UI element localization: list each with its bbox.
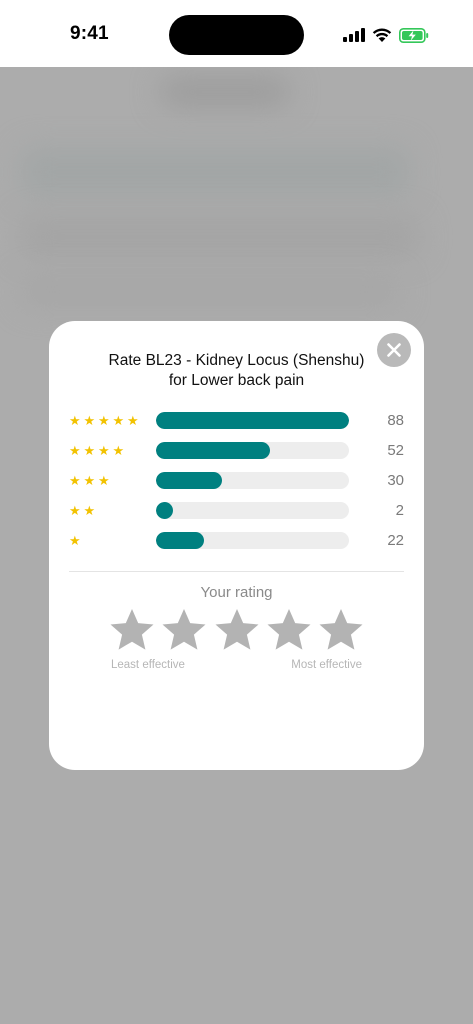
rating-bar-fill	[156, 502, 174, 519]
wifi-icon	[372, 28, 392, 42]
rating-distribution-row: ★ 22	[69, 531, 404, 551]
star-icon: ★	[69, 443, 81, 458]
rating-distribution-row: ★ ★ ★ ★ 52	[69, 441, 404, 461]
row-stars-icon: ★	[69, 531, 84, 551]
dynamic-island	[169, 15, 304, 55]
battery-charging-icon	[399, 27, 429, 43]
blurred-shape	[20, 147, 410, 197]
rating-star-5-icon[interactable]	[318, 608, 364, 652]
divider	[69, 571, 404, 572]
rating-star-1-icon[interactable]	[109, 608, 155, 652]
star-icon: ★	[83, 503, 96, 518]
star-icon: ★	[83, 473, 96, 488]
rating-star-3-icon[interactable]	[214, 608, 260, 652]
star-icon: ★	[127, 413, 139, 428]
rating-count: 22	[387, 532, 404, 549]
star-icon: ★	[69, 473, 81, 488]
your-rating-label: Your rating	[200, 584, 273, 601]
star-icon: ★	[69, 503, 81, 518]
row-stars-icon: ★ ★ ★ ★	[69, 441, 127, 461]
star-icon: ★	[83, 413, 96, 428]
status-bar: 9:41	[0, 0, 473, 67]
rating-count: 88	[387, 412, 404, 429]
rating-count: 2	[395, 502, 404, 519]
rating-distribution-row: ★ ★ ★ 30	[69, 471, 404, 491]
cellular-signal-icon	[343, 28, 365, 42]
scale-min-label: Least effective	[111, 659, 185, 671]
star-icon: ★	[69, 413, 81, 428]
blurred-shape	[20, 217, 420, 257]
rating-star-4-icon[interactable]	[266, 608, 312, 652]
rating-count: 30	[387, 472, 404, 489]
star-icon: ★	[112, 443, 125, 458]
rating-modal: Rate BL23 - Kidney Locus (Shenshu) for L…	[49, 321, 424, 770]
blurred-shape	[20, 277, 400, 307]
rating-bar-fill	[156, 472, 222, 489]
rating-count: 52	[387, 442, 404, 459]
close-button[interactable]	[377, 333, 411, 367]
blurred-shape	[160, 77, 290, 107]
star-icon: ★	[98, 443, 110, 458]
rating-bar-track	[156, 532, 349, 549]
scale-max-label: Most effective	[291, 659, 362, 671]
modal-title: Rate BL23 - Kidney Locus (Shenshu) for L…	[108, 352, 365, 389]
rating-distribution-row: ★ ★ 2	[69, 501, 404, 521]
rating-bar-track	[156, 502, 349, 519]
rating-bar-track	[156, 442, 349, 459]
row-stars-icon: ★ ★ ★ ★ ★	[69, 411, 142, 431]
rating-bar-fill	[156, 412, 349, 429]
rating-distribution-row: ★ ★ ★ ★ ★ 88	[69, 411, 404, 431]
star-icon: ★	[83, 443, 96, 458]
star-icon: ★	[69, 533, 81, 548]
status-time: 9:41	[70, 23, 109, 44]
rating-bar-track	[156, 412, 349, 429]
rating-bar-fill	[156, 532, 205, 549]
close-icon	[387, 343, 401, 357]
rating-star-2-icon[interactable]	[161, 608, 207, 652]
rating-bar-track	[156, 472, 349, 489]
row-stars-icon: ★ ★	[69, 501, 98, 521]
row-stars-icon: ★ ★ ★	[69, 471, 113, 491]
your-rating-stars[interactable]	[109, 608, 364, 652]
rating-bar-fill	[156, 442, 270, 459]
status-icons	[343, 25, 429, 45]
star-icon: ★	[98, 473, 110, 488]
star-icon: ★	[98, 413, 110, 428]
star-icon: ★	[112, 413, 125, 428]
